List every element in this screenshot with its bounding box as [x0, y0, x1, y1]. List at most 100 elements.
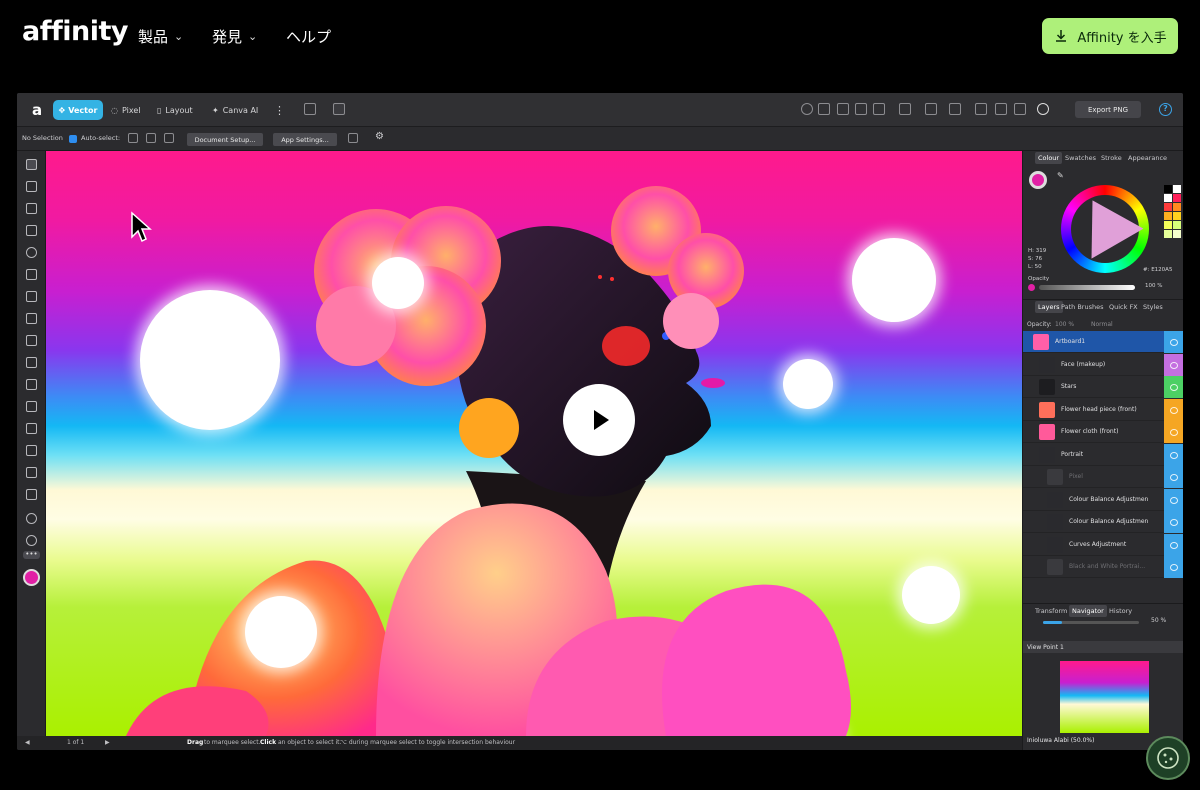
- swatch[interactable]: [1164, 185, 1172, 193]
- hex-value[interactable]: #: E120A5: [1143, 267, 1172, 273]
- eyedropper-tool-icon[interactable]: [26, 489, 37, 500]
- tab-path-brushes[interactable]: Path Brushes: [1061, 303, 1104, 311]
- grid-settings-icon[interactable]: [348, 133, 358, 143]
- tab-navigator[interactable]: Navigator: [1069, 605, 1107, 617]
- visibility-icon[interactable]: [1164, 376, 1183, 398]
- navigator-thumbnail[interactable]: [1060, 661, 1149, 733]
- frame-text-icon[interactable]: [26, 379, 37, 390]
- layer-row[interactable]: Artboard1: [1023, 331, 1183, 353]
- select-overlap-icon[interactable]: [146, 133, 156, 143]
- layer-row[interactable]: Colour Balance Adjustmen: [1023, 488, 1183, 511]
- tab-stroke[interactable]: Stroke: [1101, 154, 1122, 162]
- ruler-tool-icon[interactable]: [26, 467, 37, 478]
- tab-colour[interactable]: Colour: [1035, 152, 1063, 164]
- next-page-icon[interactable]: ▶: [105, 739, 110, 746]
- opacity-slider[interactable]: [1039, 285, 1135, 290]
- zoom-slider[interactable]: [1043, 621, 1139, 624]
- knife-tool-icon[interactable]: [26, 313, 37, 324]
- boolean-intersect-icon[interactable]: [837, 103, 849, 115]
- layer-row[interactable]: Curves Adjustment: [1023, 533, 1183, 556]
- shape-tool-icon[interactable]: [26, 357, 37, 368]
- view-point-select[interactable]: View Point 1: [1023, 641, 1183, 653]
- visibility-icon[interactable]: [1164, 443, 1183, 466]
- select-mode-icon[interactable]: [128, 133, 138, 143]
- layer-row[interactable]: Pixel: [1023, 466, 1183, 488]
- swatch[interactable]: [1173, 230, 1181, 238]
- swatch[interactable]: [1173, 221, 1181, 229]
- boolean-subtract-icon[interactable]: [818, 103, 830, 115]
- tab-swatches[interactable]: Swatches: [1065, 154, 1096, 162]
- app-logo[interactable]: a: [27, 100, 47, 120]
- grid-icon[interactable]: [333, 103, 345, 115]
- swatch[interactable]: [1164, 230, 1172, 238]
- swatch[interactable]: [1173, 194, 1181, 202]
- layer-row[interactable]: Portrait: [1023, 443, 1183, 466]
- export-png-button[interactable]: Export PNG: [1075, 101, 1141, 118]
- cookie-settings-button[interactable]: [1146, 736, 1190, 780]
- visibility-icon[interactable]: [1164, 488, 1183, 511]
- help-icon[interactable]: ?: [1159, 103, 1172, 116]
- visibility-icon[interactable]: [1164, 511, 1183, 533]
- mode-pixel-button[interactable]: ◌ Pixel: [111, 101, 141, 119]
- move-tool-icon[interactable]: [26, 159, 37, 170]
- visibility-icon[interactable]: [1164, 398, 1183, 421]
- transform-icon[interactable]: [1014, 103, 1026, 115]
- fill-tool-icon[interactable]: [26, 335, 37, 346]
- zoom-tool-icon[interactable]: [26, 535, 37, 546]
- boolean-xor-icon[interactable]: [855, 103, 867, 115]
- swatch[interactable]: [1164, 194, 1172, 202]
- crop-tool-icon[interactable]: [26, 445, 37, 456]
- opacity-value[interactable]: 100 %: [1145, 283, 1162, 289]
- swatch[interactable]: [1173, 212, 1181, 220]
- layer-row[interactable]: Black and White Portrai...: [1023, 556, 1183, 578]
- order-icon[interactable]: [975, 103, 987, 115]
- tab-styles[interactable]: Styles: [1143, 303, 1163, 311]
- vector-brush-icon[interactable]: [26, 247, 37, 258]
- flip-icon[interactable]: [925, 103, 937, 115]
- current-colour-swatch[interactable]: [1029, 171, 1047, 189]
- nav-help[interactable]: ヘルプ: [286, 26, 331, 47]
- swatch[interactable]: [1164, 221, 1172, 229]
- arrange-icon[interactable]: [304, 103, 316, 115]
- image-tool-icon[interactable]: [26, 423, 37, 434]
- artwork-canvas[interactable]: [46, 151, 1022, 736]
- visibility-icon[interactable]: [1164, 556, 1183, 578]
- affinity-logo[interactable]: affinity: [22, 16, 128, 47]
- boolean-add-icon[interactable]: [801, 103, 813, 115]
- more-menu-icon[interactable]: ⋮: [274, 101, 285, 119]
- visibility-icon[interactable]: [1164, 331, 1183, 353]
- gear-icon[interactable]: ⚙: [375, 131, 384, 142]
- prev-page-icon[interactable]: ◀: [25, 739, 30, 746]
- pencil-tool-icon[interactable]: [26, 291, 37, 302]
- align-icon[interactable]: [949, 103, 961, 115]
- layer-row[interactable]: Flower cloth (front): [1023, 421, 1183, 443]
- get-affinity-button[interactable]: Affinity を入手: [1042, 18, 1178, 54]
- tab-appearance[interactable]: Appearance: [1128, 154, 1167, 162]
- play-video-button[interactable]: [563, 384, 635, 456]
- fill-color-swatch[interactable]: [23, 569, 40, 586]
- artboard-tool-icon[interactable]: [26, 181, 37, 192]
- nav-products[interactable]: 製品 ⌄: [138, 26, 183, 47]
- tab-transform[interactable]: Transform: [1035, 607, 1067, 615]
- mode-vector-button[interactable]: ✥ Vector: [53, 100, 103, 120]
- tab-quick-fx[interactable]: Quick FX: [1109, 303, 1138, 311]
- visibility-icon[interactable]: [1164, 466, 1183, 488]
- tab-layers[interactable]: Layers: [1035, 301, 1063, 313]
- zoom-value[interactable]: 50 %: [1151, 617, 1166, 624]
- corner-tool-icon[interactable]: [26, 225, 37, 236]
- swatch[interactable]: [1164, 203, 1172, 211]
- pen-tool-icon[interactable]: [26, 269, 37, 280]
- snapping-icon[interactable]: [899, 103, 911, 115]
- more-tools-icon[interactable]: •••: [23, 551, 40, 559]
- document-setup-button[interactable]: Document Setup...: [187, 133, 263, 146]
- swatch[interactable]: [1164, 212, 1172, 220]
- layer-row[interactable]: Stars: [1023, 376, 1183, 398]
- layer-row[interactable]: Face (makeup): [1023, 353, 1183, 376]
- swatch[interactable]: [1173, 185, 1181, 193]
- layer-row[interactable]: Colour Balance Adjustmen: [1023, 511, 1183, 533]
- eyedropper-icon[interactable]: ✎: [1057, 171, 1064, 180]
- tab-history[interactable]: History: [1109, 607, 1132, 615]
- stroke-icon[interactable]: [1037, 103, 1049, 115]
- select-layer-icon[interactable]: [164, 133, 174, 143]
- layer-row[interactable]: Flower head piece (front): [1023, 398, 1183, 421]
